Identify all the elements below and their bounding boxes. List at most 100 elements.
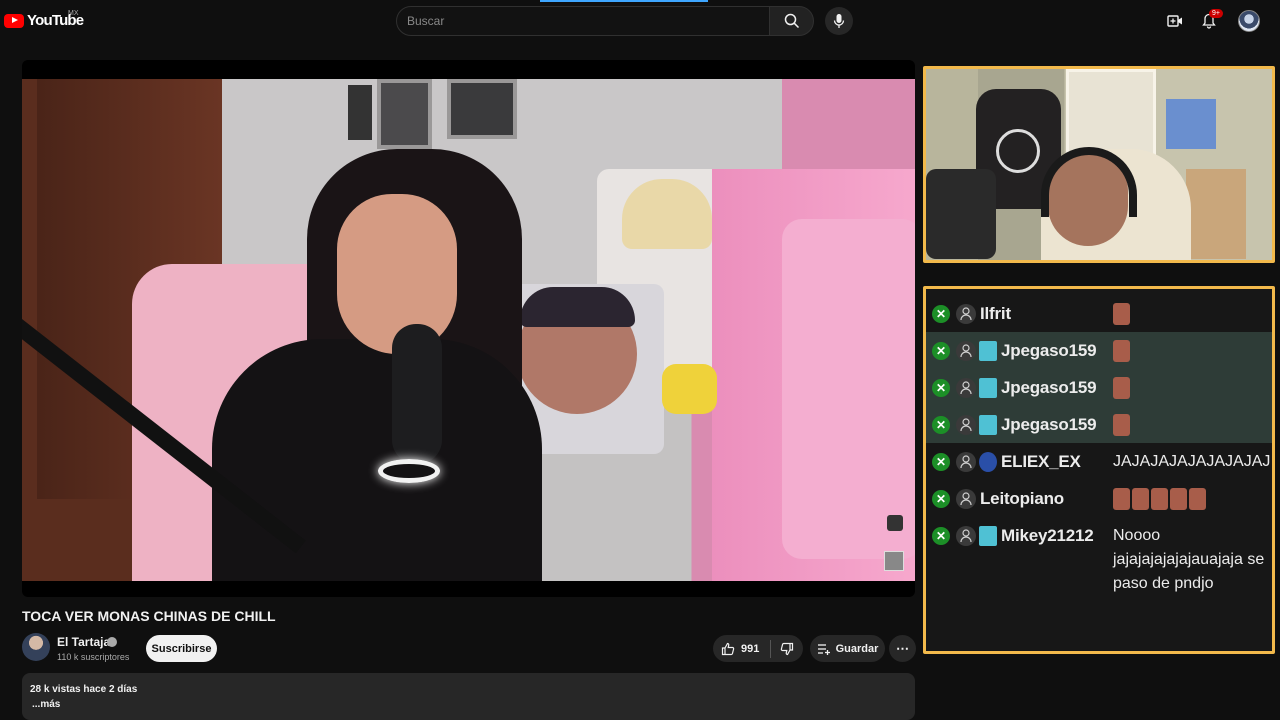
emote-icon [1113,487,1130,510]
subscriber-badge-icon [979,415,997,435]
chat-message: ✕ Leitopiano [926,480,1272,517]
playlist-add-icon [817,643,830,655]
user-icon [956,378,976,398]
scene-picture [348,85,372,140]
video-player[interactable] [22,60,915,597]
chat-username: Mikey21212 [1001,526,1094,545]
search-input[interactable] [407,14,747,28]
save-button[interactable]: Guardar [810,635,885,662]
description-box[interactable]: 28 k vistas hace 2 días ...más [22,673,915,720]
chat-message: ✕ Mikey21212 Noooo jajajajajajajauajaja se… [926,517,1272,602]
channel-avatar[interactable] [22,633,50,661]
chat-username: Jpegaso159 [1001,415,1097,434]
thumbs-down-icon [780,642,794,655]
scene-streamer-face [337,194,457,354]
lock-icon [887,515,903,531]
chat-text [1113,339,1266,363]
like-dislike-group: 991 [713,635,803,662]
chat-message: ✕ ELIEX_EX JAJAJAJAJAJAJAJAJ [926,443,1272,480]
chat-username: Ilfrit [980,304,1011,323]
xbox-icon: ✕ [932,379,950,397]
chat-list: ✕ Ilfrit ✕ Jpegaso159 ✕ Jpegaso159 ✕ Jpegaso159… [926,295,1272,602]
scene-streamer-body [212,339,542,581]
emote-icon [1113,302,1130,325]
emote-icon [1189,487,1206,510]
save-label: Guardar [835,642,879,655]
cam-chair [1186,169,1246,259]
emote-icon [1113,376,1130,399]
user-icon [956,452,976,472]
microphone-icon [833,14,845,28]
dislike-button[interactable] [771,635,803,662]
chat-username: Leitopiano [980,489,1064,508]
emote-icon [1151,487,1168,510]
scene-plush [662,364,717,414]
chat-overlay: ✕ Ilfrit ✕ Jpegaso159 ✕ Jpegaso159 ✕ Jpegaso159… [923,286,1275,654]
user-icon [956,489,976,509]
scene-pillow-print [622,179,712,249]
chat-text [1113,376,1266,400]
channel-watermark-icon[interactable] [884,551,904,571]
country-code: MX [68,10,79,17]
channel-name[interactable]: El Tartaja [57,635,110,649]
xbox-icon: ✕ [932,416,950,434]
scene-picture [447,79,517,139]
emote-icon [1170,487,1187,510]
create-button[interactable] [1164,10,1186,32]
scene-mic-light [378,459,440,483]
verified-icon [107,637,117,647]
search-icon [784,13,799,29]
xbox-icon: ✕ [932,342,950,360]
account-avatar[interactable] [1238,10,1260,32]
subscriber-badge-icon [979,378,997,398]
xbox-icon: ✕ [932,453,950,471]
chat-message: ✕ Ilfrit [926,295,1272,332]
subscriber-badge-icon [979,452,997,472]
voice-search-button[interactable] [825,7,853,35]
subscriber-badge-icon [979,341,997,361]
search-box[interactable] [396,6,770,36]
chat-text [1113,302,1266,326]
search-button[interactable] [769,6,814,36]
chat-username: ELIEX_EX [1001,452,1081,471]
views-and-date: 28 k vistas hace 2 días [30,684,138,695]
chat-text: JAJAJAJAJAJAJAJAJ [1113,453,1271,470]
video-plus-icon [1167,15,1182,27]
subscribe-button[interactable]: Suscribirse [146,635,217,662]
chat-message: ✕ Jpegaso159 [926,369,1272,406]
chat-text [1113,487,1266,511]
webcam-overlay [923,66,1275,263]
scene-face-pillow-hair [520,287,635,327]
thumbs-up-icon [721,642,735,655]
subscriber-count: 110 k suscriptores [57,652,130,662]
cam-hoodie-logo [996,129,1040,173]
notification-badge: 9+ [1209,9,1223,18]
like-button[interactable]: 991 [713,635,770,662]
loading-bar [540,0,708,2]
scene-picture [377,79,432,149]
scene-microphone [392,324,442,464]
chat-username: Jpegaso159 [1001,341,1097,360]
chat-message: ✕ Jpegaso159 [926,332,1272,369]
show-more-link[interactable]: ...más [32,699,60,710]
video-title: TOCA VER MONAS CHINAS DE CHILL [22,608,276,624]
video-frame[interactable] [22,79,915,581]
user-icon [956,415,976,435]
xbox-icon: ✕ [932,305,950,323]
top-bar: YouTube MX 9+ [0,0,1280,42]
chat-text [1113,413,1266,437]
youtube-play-icon [4,13,24,28]
more-actions-button[interactable]: ⋯ [889,635,916,662]
user-icon [956,341,976,361]
chat-text: Noooo jajajajajajajauajaja se paso de pn… [1113,527,1265,592]
chat-username: Jpegaso159 [1001,378,1097,397]
user-icon [956,526,976,546]
scene-pc-panel [782,219,915,559]
emote-icon [1113,339,1130,362]
xbox-icon: ✕ [932,527,950,545]
like-count: 991 [741,642,760,655]
subscriber-badge-icon [979,526,997,546]
chat-message: ✕ Jpegaso159 [926,406,1272,443]
xbox-icon: ✕ [932,490,950,508]
user-icon [956,304,976,324]
